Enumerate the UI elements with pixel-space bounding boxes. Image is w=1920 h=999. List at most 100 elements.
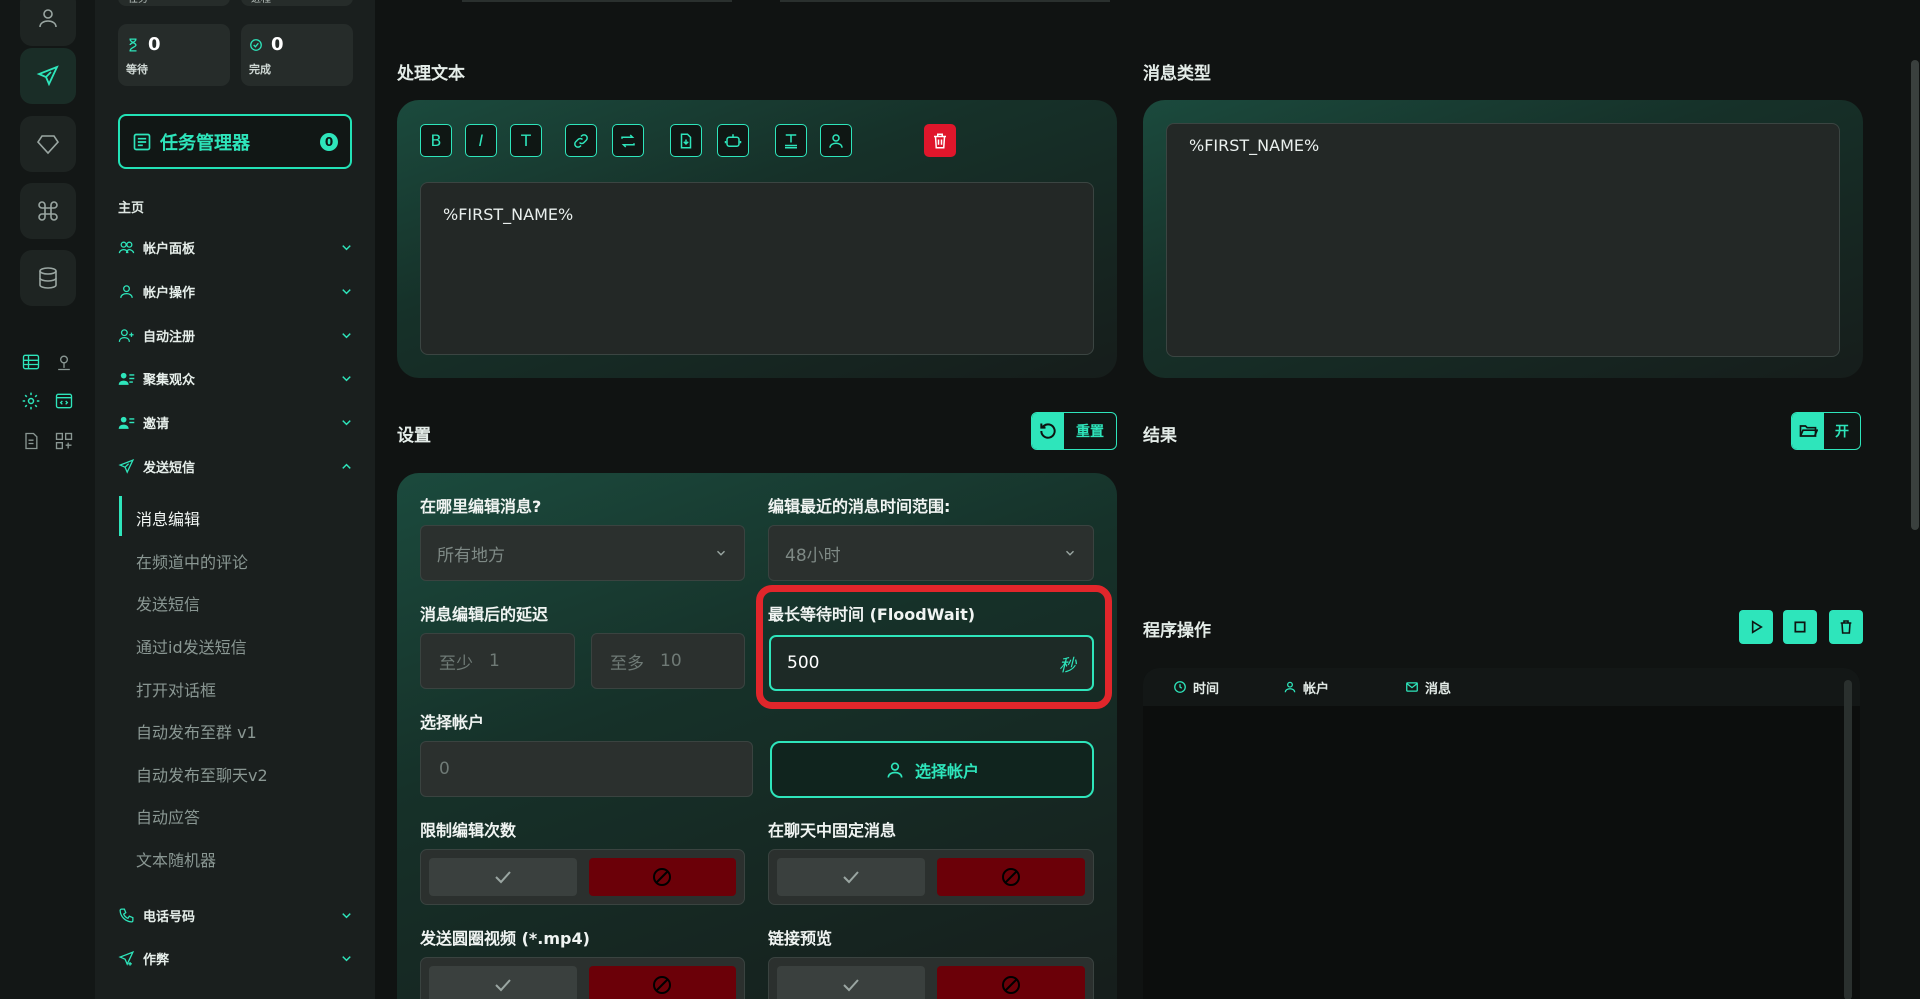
link-preview-no[interactable] [937, 966, 1085, 999]
where-label: 在哪里编辑消息? [420, 497, 542, 516]
file-button[interactable] [670, 124, 702, 157]
database-rail-button[interactable] [20, 250, 76, 306]
chevron-up-icon [342, 463, 351, 469]
limit-edits-no[interactable] [588, 858, 736, 896]
task-manager-button[interactable]: 任务管理器 0 [118, 114, 352, 169]
video-toggle [420, 957, 745, 999]
sidebar-item-phone-numbers[interactable]: 电话号码 [118, 903, 354, 927]
hourglass-icon [129, 38, 137, 51]
submenu-send-by-id[interactable]: 通过id发送短信 [136, 634, 247, 658]
page-scrollbar[interactable] [1911, 60, 1919, 530]
sidebar-item-label: 电话号码 [143, 909, 196, 925]
where-select[interactable]: 所有地方 [420, 525, 745, 581]
chevron-down-icon [1066, 550, 1074, 556]
floodwait-input[interactable]: 500 秒 [769, 635, 1094, 691]
file-icon [680, 133, 692, 148]
submenu-text-randomizer[interactable]: 文本随机器 [136, 847, 216, 871]
sidebar-item-account-actions[interactable]: 帐户操作 [118, 279, 354, 303]
send-icon [118, 458, 135, 474]
link-preview-yes[interactable] [777, 966, 925, 999]
code-window-icon[interactable] [53, 390, 75, 412]
sidebar-item-gather-audience[interactable]: 聚集观众 [118, 366, 354, 390]
chevron-down-icon [342, 375, 351, 381]
chevron-down-icon [342, 288, 351, 294]
range-select[interactable]: 48小时 [768, 525, 1094, 581]
command-rail-button[interactable] [20, 183, 76, 239]
send-rail-button[interactable] [20, 48, 76, 104]
log-scrollbar[interactable] [1844, 680, 1852, 999]
check-icon [495, 871, 511, 884]
diamond-rail-button[interactable] [20, 116, 76, 172]
top-fragment [462, 0, 732, 2]
delay-min-input[interactable]: 至少 1 [420, 633, 575, 689]
bold-button[interactable]: B [420, 124, 452, 157]
message-type-preview: %FIRST_NAME% [1166, 123, 1840, 357]
submenu-message-edit[interactable]: 消息编辑 [136, 506, 200, 530]
play-icon [1751, 620, 1763, 634]
reset-button[interactable]: 重置 [1031, 412, 1117, 450]
submenu-open-dialog[interactable]: 打开对话框 [136, 677, 216, 701]
trash-icon [934, 133, 946, 148]
profile-rail-button[interactable] [20, 0, 76, 46]
pin-yes[interactable] [777, 858, 925, 896]
users-icon [118, 241, 135, 253]
bot-button[interactable] [717, 124, 749, 157]
user-insert-button[interactable] [820, 124, 852, 157]
send-plus-icon [118, 950, 135, 966]
delay-label: 消息编辑后的延迟 [420, 605, 549, 624]
sidebar-item-invite[interactable]: 邀请 [118, 410, 354, 434]
pin-label: 在聊天中固定消息 [768, 821, 897, 840]
submenu-autopost-group[interactable]: 自动发布至群 v1 [136, 719, 257, 743]
editor-textarea[interactable]: %FIRST_NAME% [420, 182, 1094, 355]
gear-icon[interactable] [20, 390, 42, 412]
location-icon[interactable] [53, 351, 75, 373]
log-header: 时间 帐户 消息 [1143, 668, 1860, 706]
stop-button[interactable] [1783, 610, 1817, 644]
sidebar-item-account-panel[interactable]: 帐户面板 [118, 235, 354, 259]
pin-no[interactable] [937, 858, 1085, 896]
check-icon [843, 871, 859, 884]
limit-edits-yes[interactable] [429, 858, 577, 896]
ban-icon [653, 976, 672, 994]
repeat-icon [621, 133, 635, 148]
trash-icon [1840, 620, 1852, 634]
video-yes[interactable] [429, 966, 577, 999]
submenu-send-sms[interactable]: 发送短信 [136, 591, 200, 615]
stat-waiting: 0 等待 [118, 24, 230, 86]
open-results-button[interactable]: 开 [1791, 412, 1861, 450]
active-indicator [119, 496, 122, 536]
text-format-icon [785, 133, 797, 148]
clear-log-button[interactable] [1829, 610, 1863, 644]
video-no[interactable] [588, 966, 736, 999]
sidebar-item-cheat[interactable]: 作弊 [118, 946, 354, 970]
play-button[interactable] [1739, 610, 1773, 644]
reset-label: 重置 [1076, 424, 1104, 440]
delete-button[interactable] [924, 124, 956, 157]
repeat-button[interactable] [612, 124, 644, 157]
submenu-autopost-chat[interactable]: 自动发布至聊天v2 [136, 762, 268, 786]
chevron-down-icon [342, 244, 351, 250]
user-list-icon [118, 416, 135, 429]
italic-button[interactable]: I [465, 124, 497, 157]
document-icon[interactable] [20, 430, 42, 452]
home-section-label: 主页 [118, 201, 145, 216]
delay-max-input[interactable]: 至多 10 [591, 633, 745, 689]
sidebar-item-send-sms[interactable]: 发送短信 [118, 454, 354, 478]
stat-waiting-label: 等待 [126, 63, 148, 76]
format-button[interactable] [775, 124, 807, 157]
grid-icon[interactable] [53, 430, 75, 452]
sidebar-item-auto-register[interactable]: 自动注册 [118, 323, 354, 347]
link-button[interactable] [565, 124, 597, 157]
accounts-input[interactable]: 0 [420, 741, 753, 797]
submenu-auto-reply[interactable]: 自动应答 [136, 804, 200, 828]
table-icon[interactable] [20, 351, 42, 373]
log-col-message-label: 消息 [1425, 681, 1452, 697]
stat-done-label: 完成 [249, 63, 271, 76]
message-type-content: %FIRST_NAME% [1189, 136, 1320, 155]
text-button[interactable]: T [510, 124, 542, 157]
stat-progress-prev: 进程 [241, 0, 353, 6]
chevron-down-icon [342, 419, 351, 425]
stat-done: 0 完成 [241, 24, 353, 86]
submenu-channel-comments[interactable]: 在频道中的评论 [136, 549, 248, 573]
choose-accounts-button[interactable]: 选择帐户 [770, 741, 1094, 798]
